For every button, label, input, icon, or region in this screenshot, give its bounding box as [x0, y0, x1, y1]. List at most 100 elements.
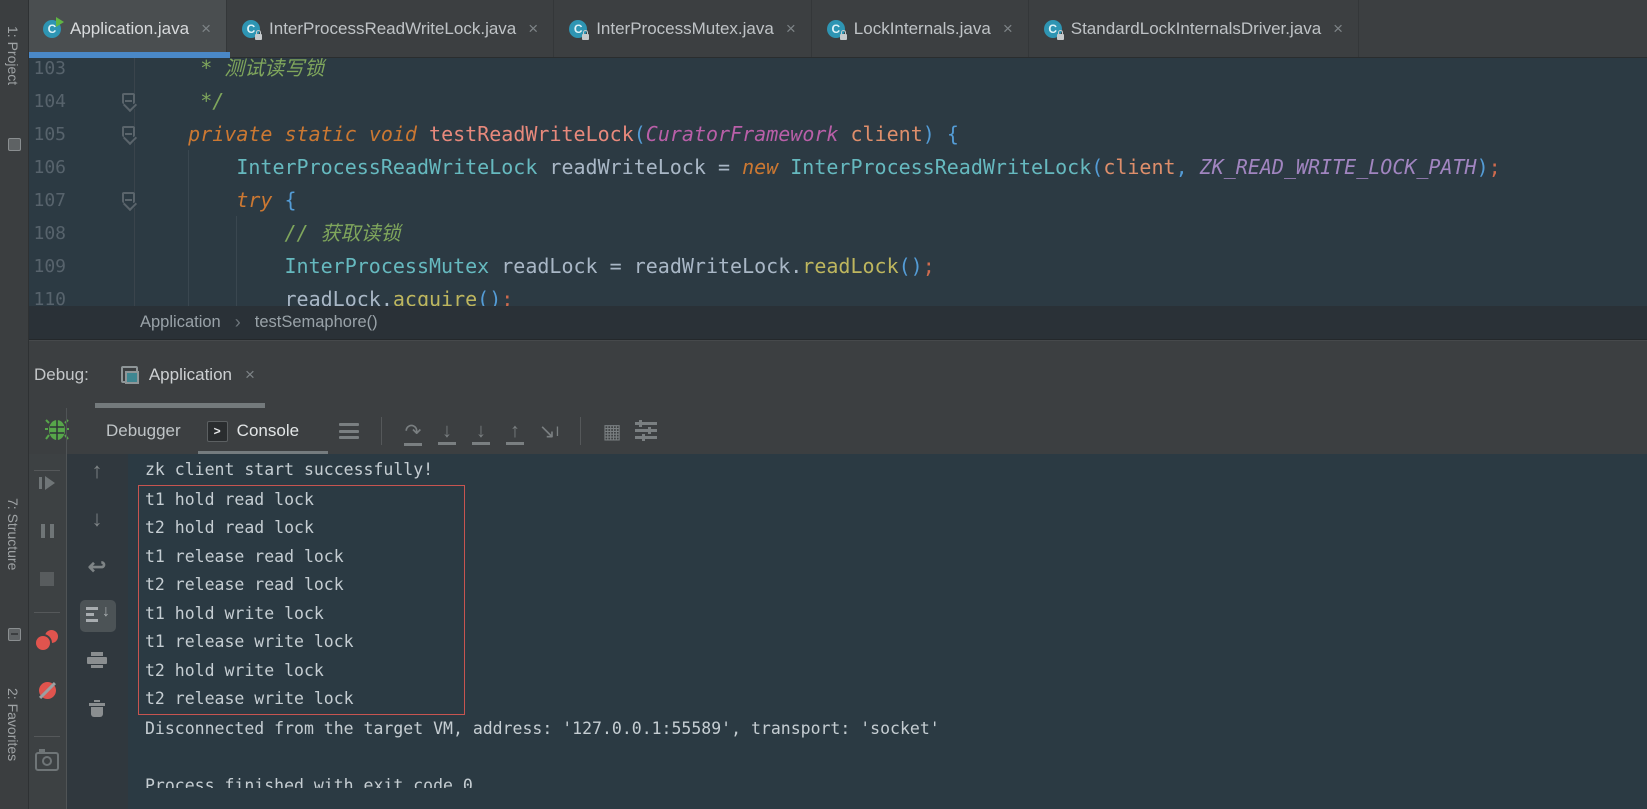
close-icon[interactable]: × — [201, 19, 211, 39]
console-lines: Disconnected from the target VM, address… — [145, 715, 1647, 788]
sidebar-item-project[interactable]: 1: Project — [5, 26, 21, 85]
code-token: , — [1175, 155, 1200, 179]
tool-window-icon[interactable] — [8, 628, 21, 641]
gutter — [66, 184, 140, 217]
code-editor[interactable]: 103 * 测试读写锁 104 */105 private static void… — [28, 58, 1647, 306]
mute-breakpoints-icon[interactable] — [28, 682, 66, 704]
code-line[interactable]: 103 * 测试读写锁 — [28, 58, 1647, 85]
close-icon[interactable]: × — [1333, 19, 1343, 39]
tab-label: StandardLockInternalsDriver.java — [1070, 18, 1322, 38]
code-line[interactable]: 110 readLock.acquire(); — [28, 283, 1647, 306]
up-stack-icon[interactable]: ↑ — [66, 458, 128, 484]
line-number: 109 — [33, 256, 66, 277]
console-line: t2 hold write lock — [145, 660, 324, 680]
step-over-icon[interactable]: ↷ — [396, 419, 430, 444]
fold-marker-icon[interactable] — [122, 126, 135, 142]
step-into-icon[interactable]: ↓ — [430, 420, 464, 443]
console-line: t2 release write lock — [145, 689, 354, 708]
close-icon[interactable]: × — [1003, 19, 1013, 39]
console-output[interactable]: zk client start successfully! t1 hold re… — [128, 454, 1647, 809]
breadcrumb-item-method[interactable]: testSemaphore() — [255, 313, 378, 332]
code-line[interactable]: 104 */ — [28, 85, 1647, 118]
console-line: t2 release read lock — [145, 575, 344, 594]
pause-program-icon[interactable] — [28, 524, 66, 543]
force-step-into-icon[interactable]: ↓ — [464, 420, 498, 443]
code-lines: 103 * 测试读写锁 104 */105 private static void… — [28, 58, 1647, 306]
code-line[interactable]: 109 InterProcessMutex readLock = readWri… — [28, 250, 1647, 283]
debug-session-tab[interactable]: Application × — [120, 364, 255, 385]
code-token: readLock. — [140, 287, 393, 306]
tab-interprocessmutex-java[interactable]: C InterProcessMutex.java × — [554, 0, 812, 57]
code-token: () — [477, 287, 502, 306]
code-token: testReadWriteLock — [429, 122, 634, 146]
tab-debugger[interactable]: Debugger — [106, 421, 181, 441]
close-icon[interactable]: × — [528, 19, 538, 39]
console-line: Disconnected from the target VM, address… — [145, 718, 940, 738]
tab-interprocessreadwritelock-java[interactable]: C InterProcessReadWriteLock.java × — [227, 0, 555, 57]
code-token: InterProcessReadWriteLock — [236, 155, 538, 179]
console-line: Process finished with exit code 0 — [145, 775, 473, 788]
code-token: ( — [1091, 155, 1104, 179]
tool-window-icon[interactable] — [8, 138, 21, 151]
close-icon[interactable]: × — [245, 365, 255, 385]
tab-lockinternals-java[interactable]: C LockInternals.java × — [812, 0, 1029, 57]
breadcrumb-item-class[interactable]: Application — [140, 313, 221, 332]
tab-console[interactable]: Console — [237, 421, 299, 441]
code-token: { — [284, 188, 297, 212]
debug-panel-toolbar: Debugger > Console ↷ ↓ ↓ ↑ ↘I ▦ — [28, 408, 1647, 455]
fold-marker-icon[interactable] — [122, 192, 135, 208]
down-stack-icon[interactable]: ↓ — [66, 506, 128, 532]
code-text: */ — [140, 85, 224, 118]
divider — [34, 612, 60, 613]
intellij-window: 1: Project 7: Structure 2: Favorites C A… — [0, 0, 1647, 809]
stop-icon[interactable] — [28, 572, 66, 591]
line-number: 108 — [33, 223, 66, 244]
view-breakpoints-icon[interactable] — [28, 630, 66, 655]
divider — [66, 408, 67, 809]
tab-label: InterProcessReadWriteLock.java — [269, 18, 517, 38]
tab-application-java[interactable]: C Application.java × — [28, 0, 228, 57]
resume-program-icon[interactable] — [28, 476, 66, 495]
code-line[interactable]: 105 private static void testReadWriteLoc… — [28, 118, 1647, 151]
fold-marker-icon[interactable] — [122, 93, 135, 109]
code-text: InterProcessMutex readLock = readWriteLo… — [140, 250, 935, 283]
step-out-icon[interactable]: ↑ — [498, 420, 532, 443]
code-text: try { — [140, 184, 297, 217]
code-line[interactable]: 107 try { — [28, 184, 1647, 217]
debug-session-tab-label: Application — [148, 364, 232, 384]
close-icon[interactable]: × — [786, 19, 796, 39]
evaluate-expression-icon[interactable]: ▦ — [595, 419, 629, 444]
highlighted-output-box: t1 hold read lock t2 hold read lock t1 rel… — [138, 484, 465, 715]
console-lines: zk client start successfully! — [145, 456, 1647, 485]
scroll-to-end-icon[interactable]: ↓ — [66, 603, 128, 629]
gutter — [66, 151, 140, 184]
soft-wrap-icon[interactable]: ↩ — [66, 554, 128, 580]
sidebar-item-structure[interactable]: 7: Structure — [5, 498, 21, 570]
code-line[interactable]: 106 InterProcessReadWriteLock readWriteL… — [28, 151, 1647, 184]
breadcrumb: Application › testSemaphore() — [28, 306, 1647, 340]
restore-layout-icon[interactable] — [635, 419, 658, 441]
code-token: CuratorFramework — [645, 122, 839, 146]
code-token: */ — [140, 89, 225, 113]
console-icon: > — [206, 420, 228, 442]
clear-console-icon[interactable] — [66, 700, 128, 722]
print-icon[interactable] — [66, 652, 128, 673]
layout-menu-icon[interactable] — [339, 423, 360, 439]
line-number: 103 — [33, 58, 66, 79]
screenshot-icon[interactable] — [28, 749, 66, 776]
code-text: // 获取读锁 — [140, 217, 401, 250]
code-line[interactable]: 108 // 获取读锁 — [28, 217, 1647, 250]
gutter — [66, 217, 140, 250]
debug-label: Debug: — [34, 364, 89, 384]
gutter — [66, 58, 140, 85]
code-token: acquire — [392, 287, 478, 306]
line-number: 106 — [33, 157, 66, 178]
code-token: client — [1103, 155, 1176, 179]
sidebar-item-favorites[interactable]: 2: Favorites — [5, 688, 21, 761]
tab-standardlockinternalsdriver-java[interactable]: C StandardLockInternalsDriver.java × — [1029, 0, 1360, 57]
run-to-cursor-icon[interactable]: ↘I — [532, 419, 566, 444]
divider — [580, 417, 582, 445]
